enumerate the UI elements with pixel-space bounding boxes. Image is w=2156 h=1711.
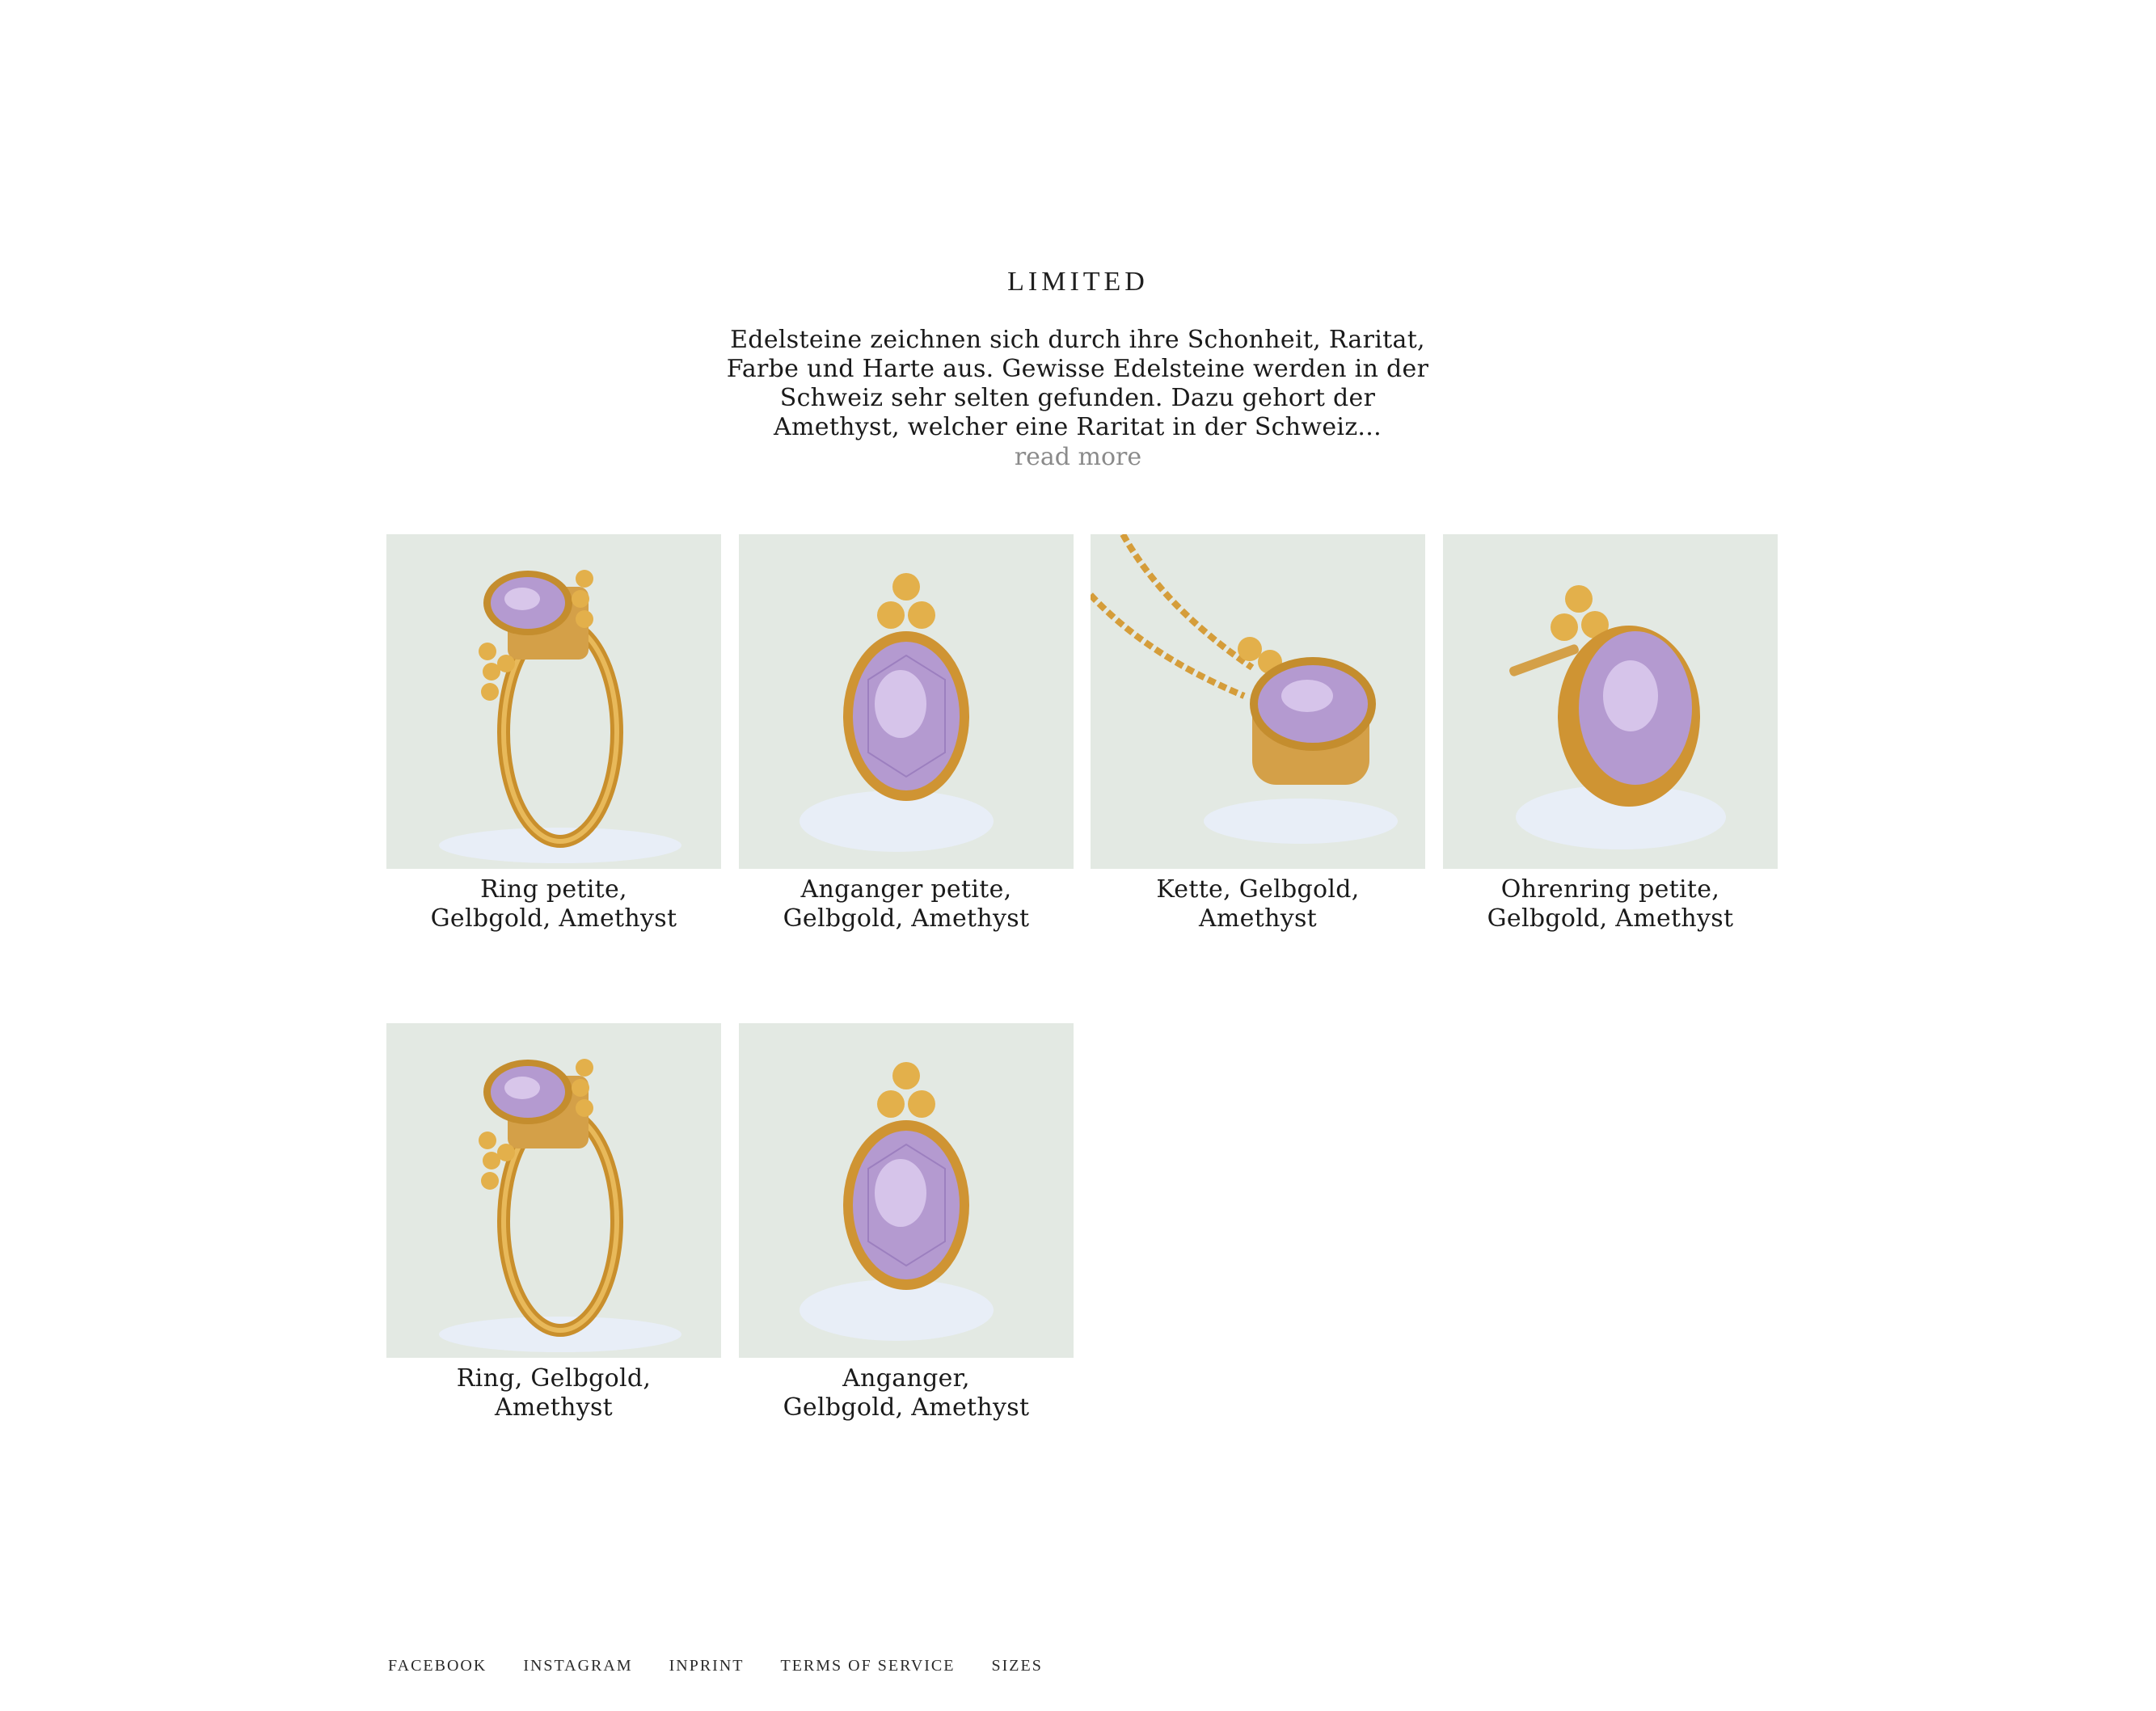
- product-title-line1: Ring, Gelbgold,: [456, 1364, 652, 1393]
- product-image[interactable]: [1443, 534, 1778, 869]
- product-title[interactable]: Kette, Gelbgold, Amethyst: [1091, 875, 1425, 933]
- footer-link-instagram[interactable]: INSTAGRAM: [523, 1657, 632, 1675]
- product-card[interactable]: Anganger, Gelbgold, Amethyst: [739, 1023, 1074, 1422]
- product-title-line1: Anganger petite,: [800, 875, 1012, 904]
- product-title-line1: Anganger,: [842, 1364, 970, 1393]
- product-title-line1: Ring petite,: [480, 875, 627, 904]
- pendant-icon: [800, 1062, 994, 1341]
- product-image[interactable]: [739, 534, 1074, 869]
- product-title[interactable]: Ohrenring petite, Gelbgold, Amethyst: [1443, 875, 1778, 933]
- product-title[interactable]: Anganger petite, Gelbgold, Amethyst: [739, 875, 1074, 933]
- product-title[interactable]: Anganger, Gelbgold, Amethyst: [739, 1364, 1074, 1422]
- product-card[interactable]: Ring petite, Gelbgold, Amethyst: [386, 534, 721, 933]
- necklace-icon: [1091, 534, 1398, 844]
- read-more-link[interactable]: read more: [0, 443, 2156, 471]
- product-title-line2: Amethyst: [1198, 904, 1318, 933]
- product-image[interactable]: [386, 534, 721, 869]
- product-title-line2: Amethyst: [494, 1393, 614, 1422]
- product-title-line2: Gelbgold, Amethyst: [783, 904, 1030, 933]
- product-card[interactable]: Ring, Gelbgold, Amethyst: [386, 1023, 721, 1422]
- page-title: LIMITED: [1007, 267, 1149, 297]
- footer-link-inprint[interactable]: INPRINT: [669, 1657, 745, 1675]
- product-image[interactable]: [739, 1023, 1074, 1358]
- product-card[interactable]: Ohrenring petite, Gelbgold, Amethyst: [1443, 534, 1778, 933]
- product-title[interactable]: Ring, Gelbgold, Amethyst: [386, 1364, 721, 1422]
- product-title-line1: Kette, Gelbgold,: [1156, 875, 1360, 904]
- footer-link-sizes[interactable]: SIZES: [991, 1657, 1042, 1675]
- ring-icon: [439, 570, 681, 863]
- product-image[interactable]: [386, 1023, 721, 1358]
- product-title-line2: Gelbgold, Amethyst: [1487, 904, 1734, 933]
- footer-link-terms[interactable]: TERMS OF SERVICE: [781, 1657, 956, 1675]
- footer-link-facebook[interactable]: FACEBOOK: [388, 1657, 487, 1675]
- footer-nav: FACEBOOK INSTAGRAM INPRINT TERMS OF SERV…: [388, 1657, 1074, 1675]
- earring-icon: [1509, 585, 1726, 849]
- product-title-line2: Gelbgold, Amethyst: [430, 904, 677, 933]
- product-card[interactable]: Anganger petite, Gelbgold, Amethyst: [739, 534, 1074, 933]
- product-title[interactable]: Ring petite, Gelbgold, Amethyst: [386, 875, 721, 933]
- product-card[interactable]: Kette, Gelbgold, Amethyst: [1091, 534, 1425, 933]
- intro-text: Edelsteine zeichnen sich durch ihre Scho…: [726, 326, 1429, 441]
- pendant-icon: [800, 573, 994, 852]
- product-image[interactable]: [1091, 534, 1425, 869]
- product-title-line1: Ohrenring petite,: [1500, 875, 1720, 904]
- product-title-line2: Gelbgold, Amethyst: [783, 1393, 1030, 1422]
- ring-icon: [439, 1059, 681, 1352]
